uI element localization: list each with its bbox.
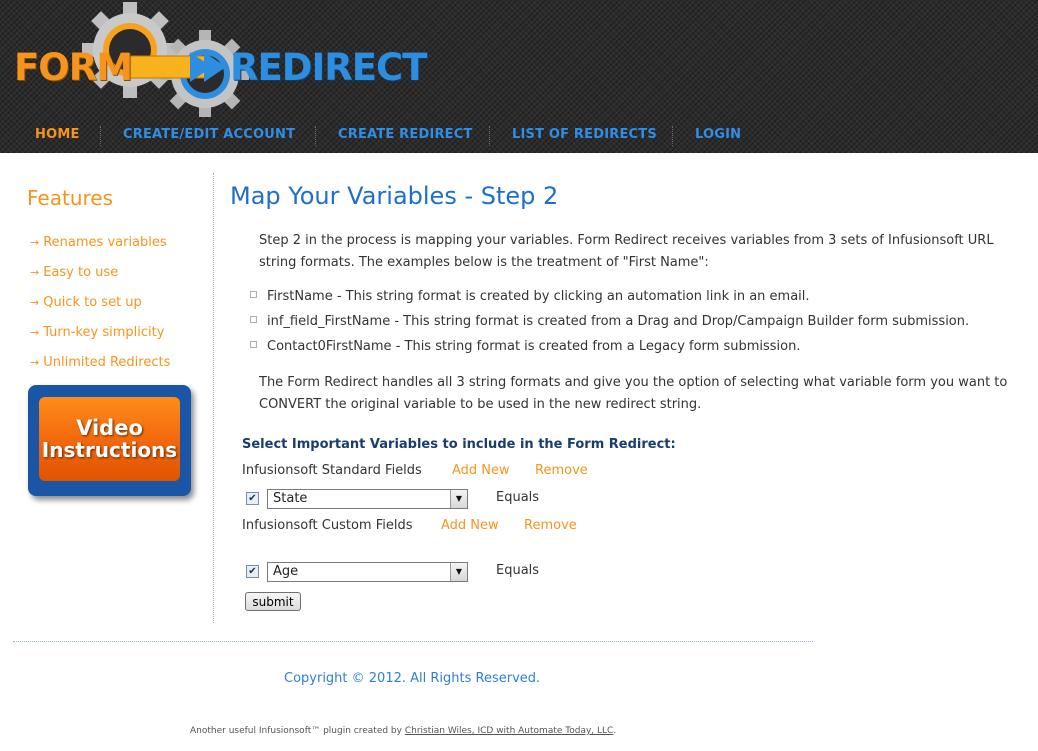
custom-equals-label: Equals: [496, 563, 540, 578]
nav-home[interactable]: HOME: [35, 127, 80, 142]
feature-item: → Easy to use: [30, 265, 118, 280]
checkmark-icon: ✔: [248, 493, 257, 504]
arrow-icon: →: [30, 326, 40, 339]
format-list-item: FirstName - This string format is create…: [250, 289, 810, 304]
format-list-item: inf_field_FirstName - This string format…: [250, 314, 969, 329]
feature-label: Quick to set up: [43, 295, 142, 310]
copyright-text: Copyright © 2012. All Rights Reserved.: [284, 671, 541, 686]
custom-field-checkbox[interactable]: ✔: [246, 565, 259, 578]
form-redirect-logo[interactable]: FORM REDIRECT: [10, 2, 427, 117]
nav-list-of-redirects[interactable]: LIST OF REDIRECTS: [512, 127, 657, 142]
nav-divider: [100, 126, 101, 146]
bullet-icon: [250, 316, 257, 323]
sidebar-divider: [213, 173, 214, 623]
feature-item: → Turn-key simplicity: [30, 325, 164, 340]
main-nav: HOME CREATE/EDIT ACCOUNT CREATE REDIRECT…: [0, 122, 1038, 148]
features-title: Features: [27, 186, 113, 210]
footer-divider: [13, 641, 813, 642]
credit-suffix: .: [613, 726, 617, 736]
custom-fields-label: Infusionsoft Custom Fields: [242, 518, 413, 533]
format-list-item: Contact0FirstName - This string format i…: [250, 339, 801, 354]
feature-item: → Renames variables: [30, 235, 167, 250]
bullet-icon: [250, 291, 257, 298]
feature-label: Renames variables: [43, 235, 167, 250]
site-header: FORM REDIRECT HOME CREATE/EDIT ACCOUNT C…: [0, 0, 1038, 153]
page-title: Map Your Variables - Step 2: [230, 182, 559, 210]
bullet-icon: [250, 341, 257, 348]
feature-label: Easy to use: [43, 265, 119, 280]
nav-login[interactable]: LOGIN: [695, 127, 741, 142]
format-text: inf_field_FirstName - This string format…: [267, 314, 970, 329]
standard-field-value: State: [273, 491, 308, 506]
dropdown-arrow-icon[interactable]: ▼: [450, 563, 467, 581]
logo-form-text: FORM: [14, 46, 133, 89]
standard-add-new-link[interactable]: Add New: [452, 463, 510, 478]
custom-add-new-link[interactable]: Add New: [441, 518, 499, 533]
feature-item: → Quick to set up: [30, 295, 142, 310]
select-variables-heading: Select Important Variables to include in…: [242, 437, 676, 452]
video-button-line1: Video: [76, 416, 143, 440]
format-text: FirstName - This string format is create…: [267, 289, 810, 304]
video-instructions-button[interactable]: Video Instructions: [28, 385, 191, 496]
feature-label: Turn-key simplicity: [43, 325, 165, 340]
logo-redirect-text: REDIRECT: [230, 46, 427, 89]
nav-divider: [489, 126, 490, 146]
credit-prefix: Another useful Infusionsoft™ plugin crea…: [190, 726, 405, 736]
feature-label: Unlimited Redirects: [43, 355, 171, 370]
nav-create-redirect[interactable]: CREATE REDIRECT: [338, 127, 473, 142]
checkmark-icon: ✔: [248, 566, 257, 577]
standard-remove-link[interactable]: Remove: [535, 463, 588, 478]
standard-field-select[interactable]: State ▼: [267, 489, 468, 509]
format-text: Contact0FirstName - This string format i…: [267, 339, 801, 354]
video-button-face: Video Instructions: [39, 397, 180, 481]
arrow-icon: →: [30, 236, 40, 249]
video-button-line2: Instructions: [41, 438, 178, 462]
custom-field-select[interactable]: Age ▼: [267, 562, 468, 582]
standard-field-checkbox[interactable]: ✔: [246, 492, 259, 505]
custom-field-value: Age: [273, 564, 299, 579]
standard-fields-label: Infusionsoft Standard Fields: [242, 463, 422, 478]
feature-item: → Unlimited Redirects: [30, 355, 170, 370]
outro-paragraph: The Form Redirect handles all 3 string f…: [259, 375, 1008, 412]
dropdown-arrow-icon[interactable]: ▼: [450, 490, 467, 508]
custom-remove-link[interactable]: Remove: [524, 518, 577, 533]
submit-button[interactable]: submit: [245, 592, 301, 611]
nav-divider: [315, 126, 316, 146]
credit-line: Another useful Infusionsoft™ plugin crea…: [190, 726, 616, 736]
nav-create-edit-account[interactable]: CREATE/EDIT ACCOUNT: [123, 127, 295, 142]
credit-author-link[interactable]: Christian Wiles, ICD with Automate Today…: [405, 726, 614, 736]
intro-paragraph: Step 2 in the process is mapping your va…: [259, 233, 994, 270]
standard-equals-label: Equals: [496, 490, 540, 505]
arrow-icon: →: [30, 266, 40, 279]
nav-divider: [672, 126, 673, 146]
arrow-icon: →: [30, 296, 40, 309]
arrow-icon: →: [30, 356, 40, 369]
